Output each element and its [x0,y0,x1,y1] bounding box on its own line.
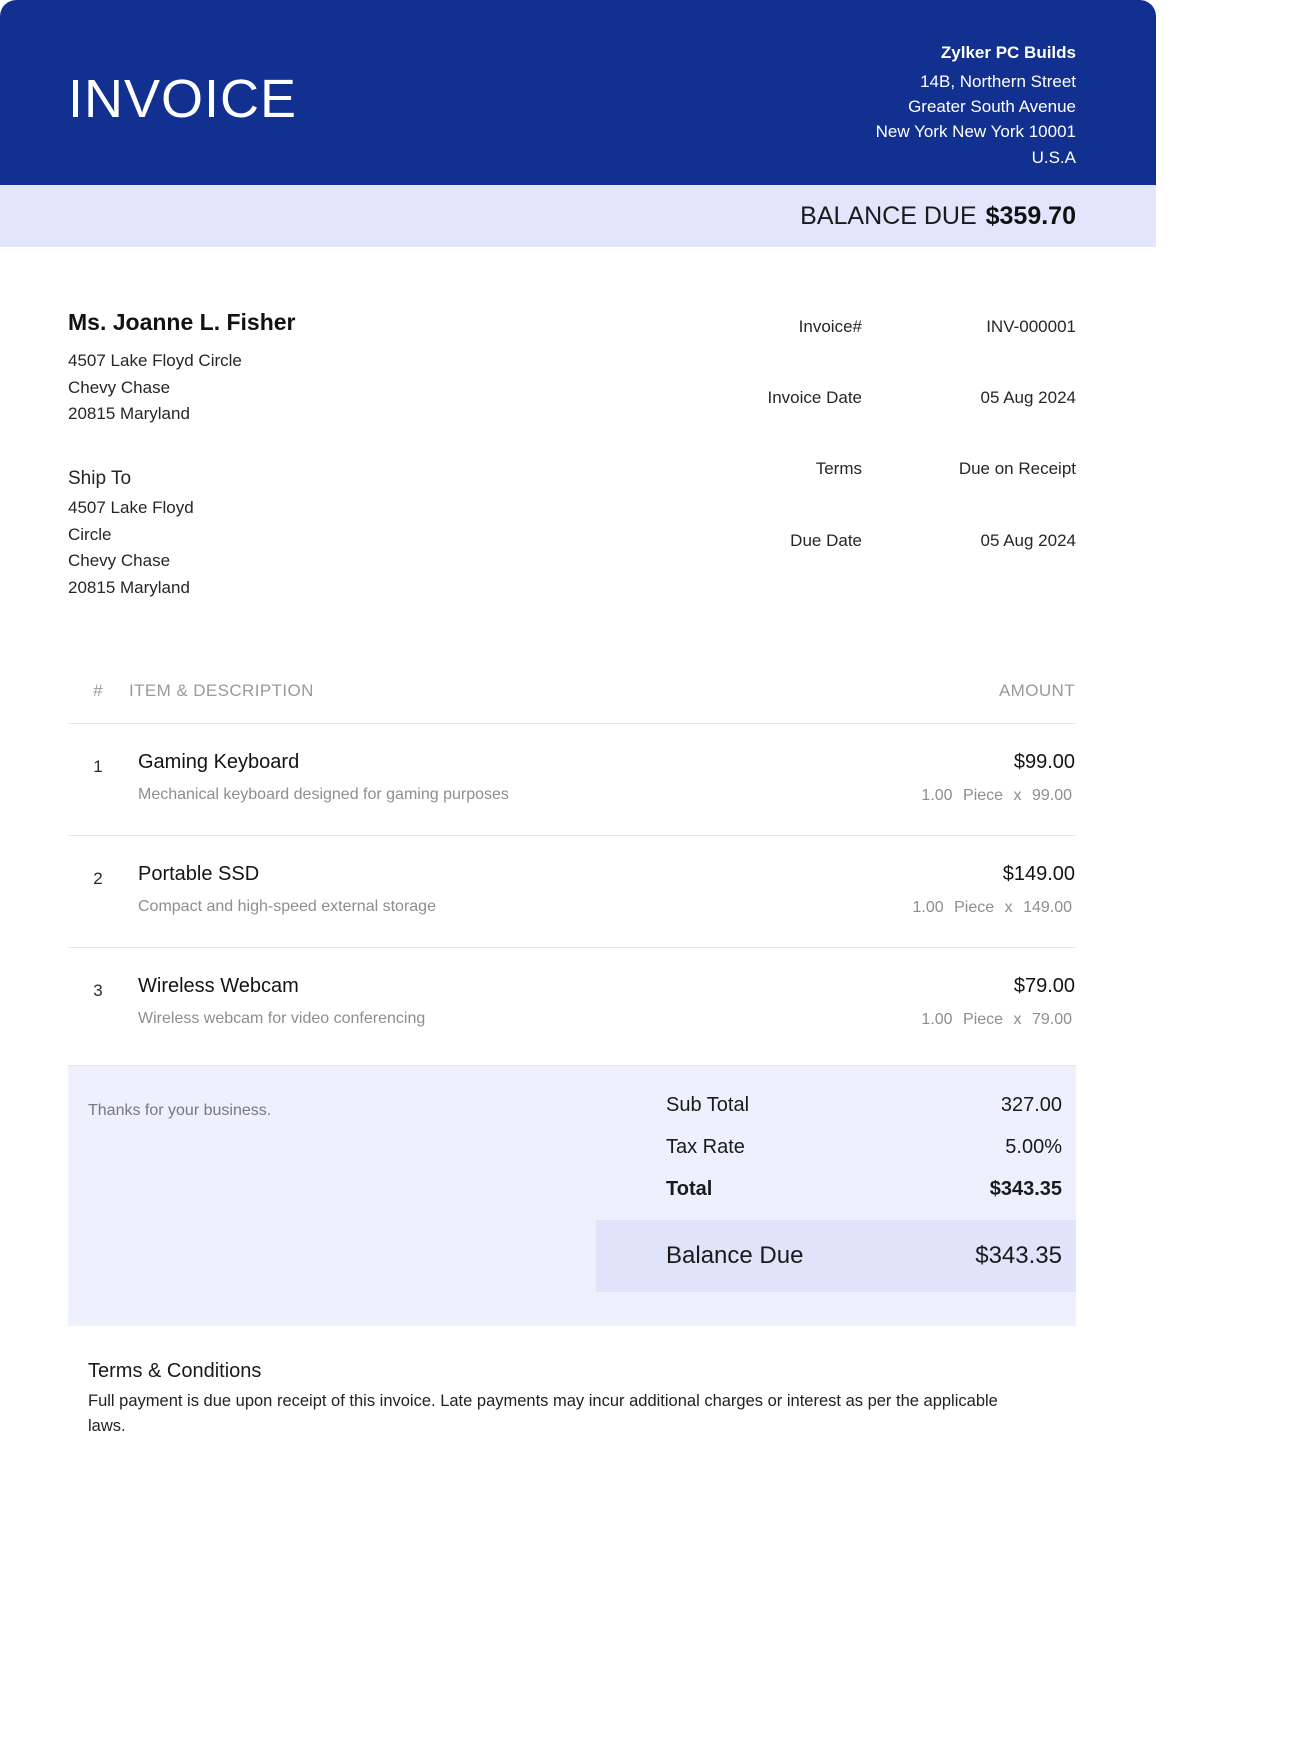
line-item-amount: $149.00 [788,863,1075,886]
shipping-address-line-3: Chevy Chase [68,548,296,575]
line-item-amount-cell: $149.00 1.00 Piece x 149.00 [787,835,1076,947]
line-item-qty: 1.00 [913,899,944,916]
billing-address-line-3: 20815 Maryland [68,401,296,428]
column-header-number: # [68,680,128,724]
line-item-rate: 1.00 Piece x 149.00 [788,899,1075,917]
line-item-title: Portable SSD [138,863,786,886]
shipping-address-line-2: Circle [68,522,296,549]
line-item-title: Gaming Keyboard [138,751,786,774]
line-item-number: 3 [68,947,128,1059]
invoice-sheet: INVOICE Zylker PC Builds 14B, Northern S… [0,0,1156,1764]
meta-value-terms: Due on Receipt [876,459,1076,530]
line-item-rate: 1.00 Piece x 79.00 [788,1011,1075,1029]
meta-row-invoice-number: Invoice# INV-000001 [676,317,1076,388]
billing-address-line-2: Chevy Chase [68,375,296,402]
subtotal-label: Sub Total [596,1094,919,1136]
table-row: 3 Wireless Webcam Wireless webcam for vi… [68,947,1076,1059]
page-title: INVOICE [68,72,297,126]
meta-label-invoice-number: Invoice# [676,317,876,388]
line-item-amount: $79.00 [788,975,1075,998]
company-address-line-3: New York New York 10001 [876,119,1076,144]
shipping-address-line-1: 4507 Lake Floyd [68,495,296,522]
line-item-times: x [1014,1011,1022,1028]
invoice-meta-table: Invoice# INV-000001 Invoice Date 05 Aug … [676,317,1076,602]
balance-due-banner-amount: $359.70 [986,202,1076,231]
terms-title: Terms & Conditions [88,1360,1076,1383]
terms-text: Full payment is due upon receipt of this… [88,1389,1028,1439]
company-address-line-4: U.S.A [876,145,1076,170]
column-header-description: ITEM & DESCRIPTION [128,680,787,724]
line-item-unit: Piece [963,1011,1003,1028]
line-item-subtext: Mechanical keyboard designed for gaming … [138,786,786,804]
line-item-rate: 1.00 Piece x 99.00 [788,787,1075,805]
totals-row-balance-due: Balance Due $343.35 [596,1220,1076,1292]
bill-to-block: Ms. Joanne L. Fisher 4507 Lake Floyd Cir… [68,309,296,602]
total-label: Total [596,1178,919,1220]
customer-name: Ms. Joanne L. Fisher [68,309,296,336]
line-item-subtext: Wireless webcam for video conferencing [138,1010,786,1028]
meta-label-due-date: Due Date [676,531,876,602]
tax-rate-label: Tax Rate [596,1136,919,1178]
totals-row-tax-rate: Tax Rate 5.00% [596,1136,1076,1178]
bill-to-and-meta: Ms. Joanne L. Fisher 4507 Lake Floyd Cir… [68,247,1076,602]
line-item-amount-cell: $79.00 1.00 Piece x 79.00 [787,947,1076,1059]
totals-row-subtotal: Sub Total 327.00 [596,1094,1076,1136]
line-items-table: # ITEM & DESCRIPTION AMOUNT 1 Gaming Key… [68,680,1076,1059]
line-item-unit-price: 99.00 [1032,787,1072,804]
line-item-unit-price: 149.00 [1023,899,1072,916]
balance-due-value: $343.35 [919,1220,1076,1292]
meta-row-terms: Terms Due on Receipt [676,459,1076,530]
meta-label-invoice-date: Invoice Date [676,388,876,459]
meta-value-invoice-number: INV-000001 [876,317,1076,388]
invoice-header: INVOICE Zylker PC Builds 14B, Northern S… [0,0,1156,185]
line-item-number: 2 [68,835,128,947]
table-row: 1 Gaming Keyboard Mechanical keyboard de… [68,723,1076,835]
subtotal-value: 327.00 [919,1094,1076,1136]
line-item-description-cell: Gaming Keyboard Mechanical keyboard desi… [128,723,787,835]
totals-block: Sub Total 327.00 Tax Rate 5.00% Total $3… [596,1094,1076,1292]
company-address-line-2: Greater South Avenue [876,94,1076,119]
ship-to-block: Ship To 4507 Lake Floyd Circle Chevy Cha… [68,468,296,602]
billing-address-line-1: 4507 Lake Floyd Circle [68,348,296,375]
invoice-body: Ms. Joanne L. Fisher 4507 Lake Floyd Cir… [0,247,1156,1326]
line-item-description-cell: Portable SSD Compact and high-speed exte… [128,835,787,947]
shipping-address-line-4: 20815 Maryland [68,575,296,602]
line-item-subtext: Compact and high-speed external storage [138,898,786,916]
line-item-unit-price: 79.00 [1032,1011,1072,1028]
meta-label-terms: Terms [676,459,876,530]
company-name: Zylker PC Builds [876,40,1076,65]
invoice-page: INVOICE Zylker PC Builds 14B, Northern S… [0,0,1300,1764]
tax-rate-value: 5.00% [919,1136,1076,1178]
balance-due-label: Balance Due [596,1220,919,1292]
line-item-description-cell: Wireless Webcam Wireless webcam for vide… [128,947,787,1059]
totals-row-total: Total $343.35 [596,1178,1076,1220]
line-item-qty: 1.00 [921,787,952,804]
balance-due-banner: BALANCE DUE $359.70 [0,185,1156,247]
line-item-unit: Piece [963,787,1003,804]
meta-value-invoice-date: 05 Aug 2024 [876,388,1076,459]
terms-and-conditions: Terms & Conditions Full payment is due u… [0,1326,1156,1439]
company-address-line-1: 14B, Northern Street [876,69,1076,94]
line-item-title: Wireless Webcam [138,975,786,998]
summary-band: Thanks for your business. Sub Total 327.… [68,1065,1076,1326]
column-header-amount: AMOUNT [787,680,1076,724]
meta-row-due-date: Due Date 05 Aug 2024 [676,531,1076,602]
line-item-qty: 1.00 [921,1011,952,1028]
company-block: Zylker PC Builds 14B, Northern Street Gr… [876,40,1076,170]
line-item-amount-cell: $99.00 1.00 Piece x 99.00 [787,723,1076,835]
balance-due-banner-label: BALANCE DUE [800,202,976,231]
ship-to-title: Ship To [68,468,296,490]
line-item-times: x [1014,787,1022,804]
table-row: 2 Portable SSD Compact and high-speed ex… [68,835,1076,947]
line-items-header: # ITEM & DESCRIPTION AMOUNT [68,680,1076,724]
meta-value-due-date: 05 Aug 2024 [876,531,1076,602]
line-item-amount: $99.00 [788,751,1075,774]
thanks-note: Thanks for your business. [68,1094,271,1292]
total-value: $343.35 [919,1178,1076,1220]
meta-row-invoice-date: Invoice Date 05 Aug 2024 [676,388,1076,459]
line-item-times: x [1005,899,1013,916]
line-item-number: 1 [68,723,128,835]
line-item-unit: Piece [954,899,994,916]
